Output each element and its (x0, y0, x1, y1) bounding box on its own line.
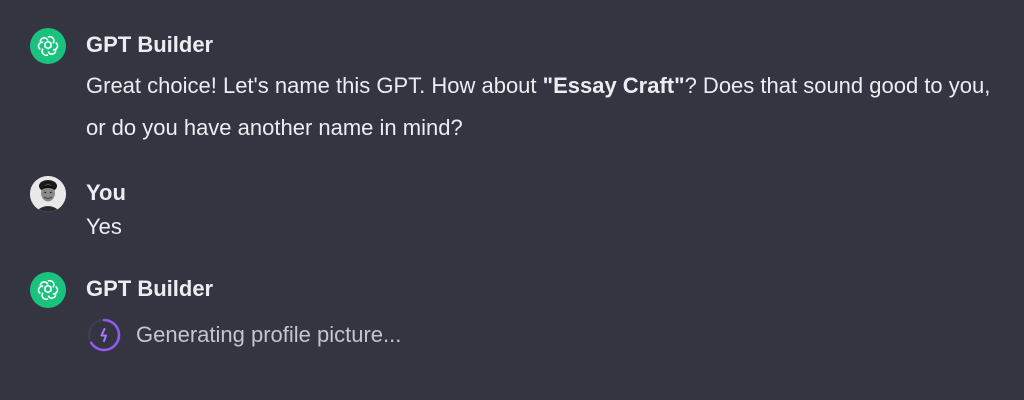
message-text-part: Great choice! Let's name this GPT. How a… (86, 73, 543, 98)
loading-spinner-icon (87, 318, 121, 352)
message-text: Yes (86, 214, 122, 239)
message-text: Great choice! Let's name this GPT. How a… (86, 65, 1010, 149)
openai-logo-icon (30, 272, 66, 308)
message-author: GPT Builder (86, 32, 214, 57)
user-avatar (30, 176, 66, 212)
suggested-name: "Essay Craft" (542, 73, 685, 98)
generation-status: Generating profile picture... (86, 317, 1010, 353)
message-user: You Yes (30, 175, 1010, 245)
message-author: GPT Builder (86, 276, 214, 301)
message-gpt-builder: GPT Builder Generating profile picture..… (30, 271, 1010, 353)
status-text: Generating profile picture... (136, 322, 402, 347)
conversation-thread: GPT Builder Great choice! Let's name thi… (30, 27, 1010, 353)
message-author: You (86, 180, 126, 205)
openai-logo-icon (30, 28, 66, 64)
message-gpt-builder: GPT Builder Great choice! Let's name thi… (30, 27, 1010, 149)
